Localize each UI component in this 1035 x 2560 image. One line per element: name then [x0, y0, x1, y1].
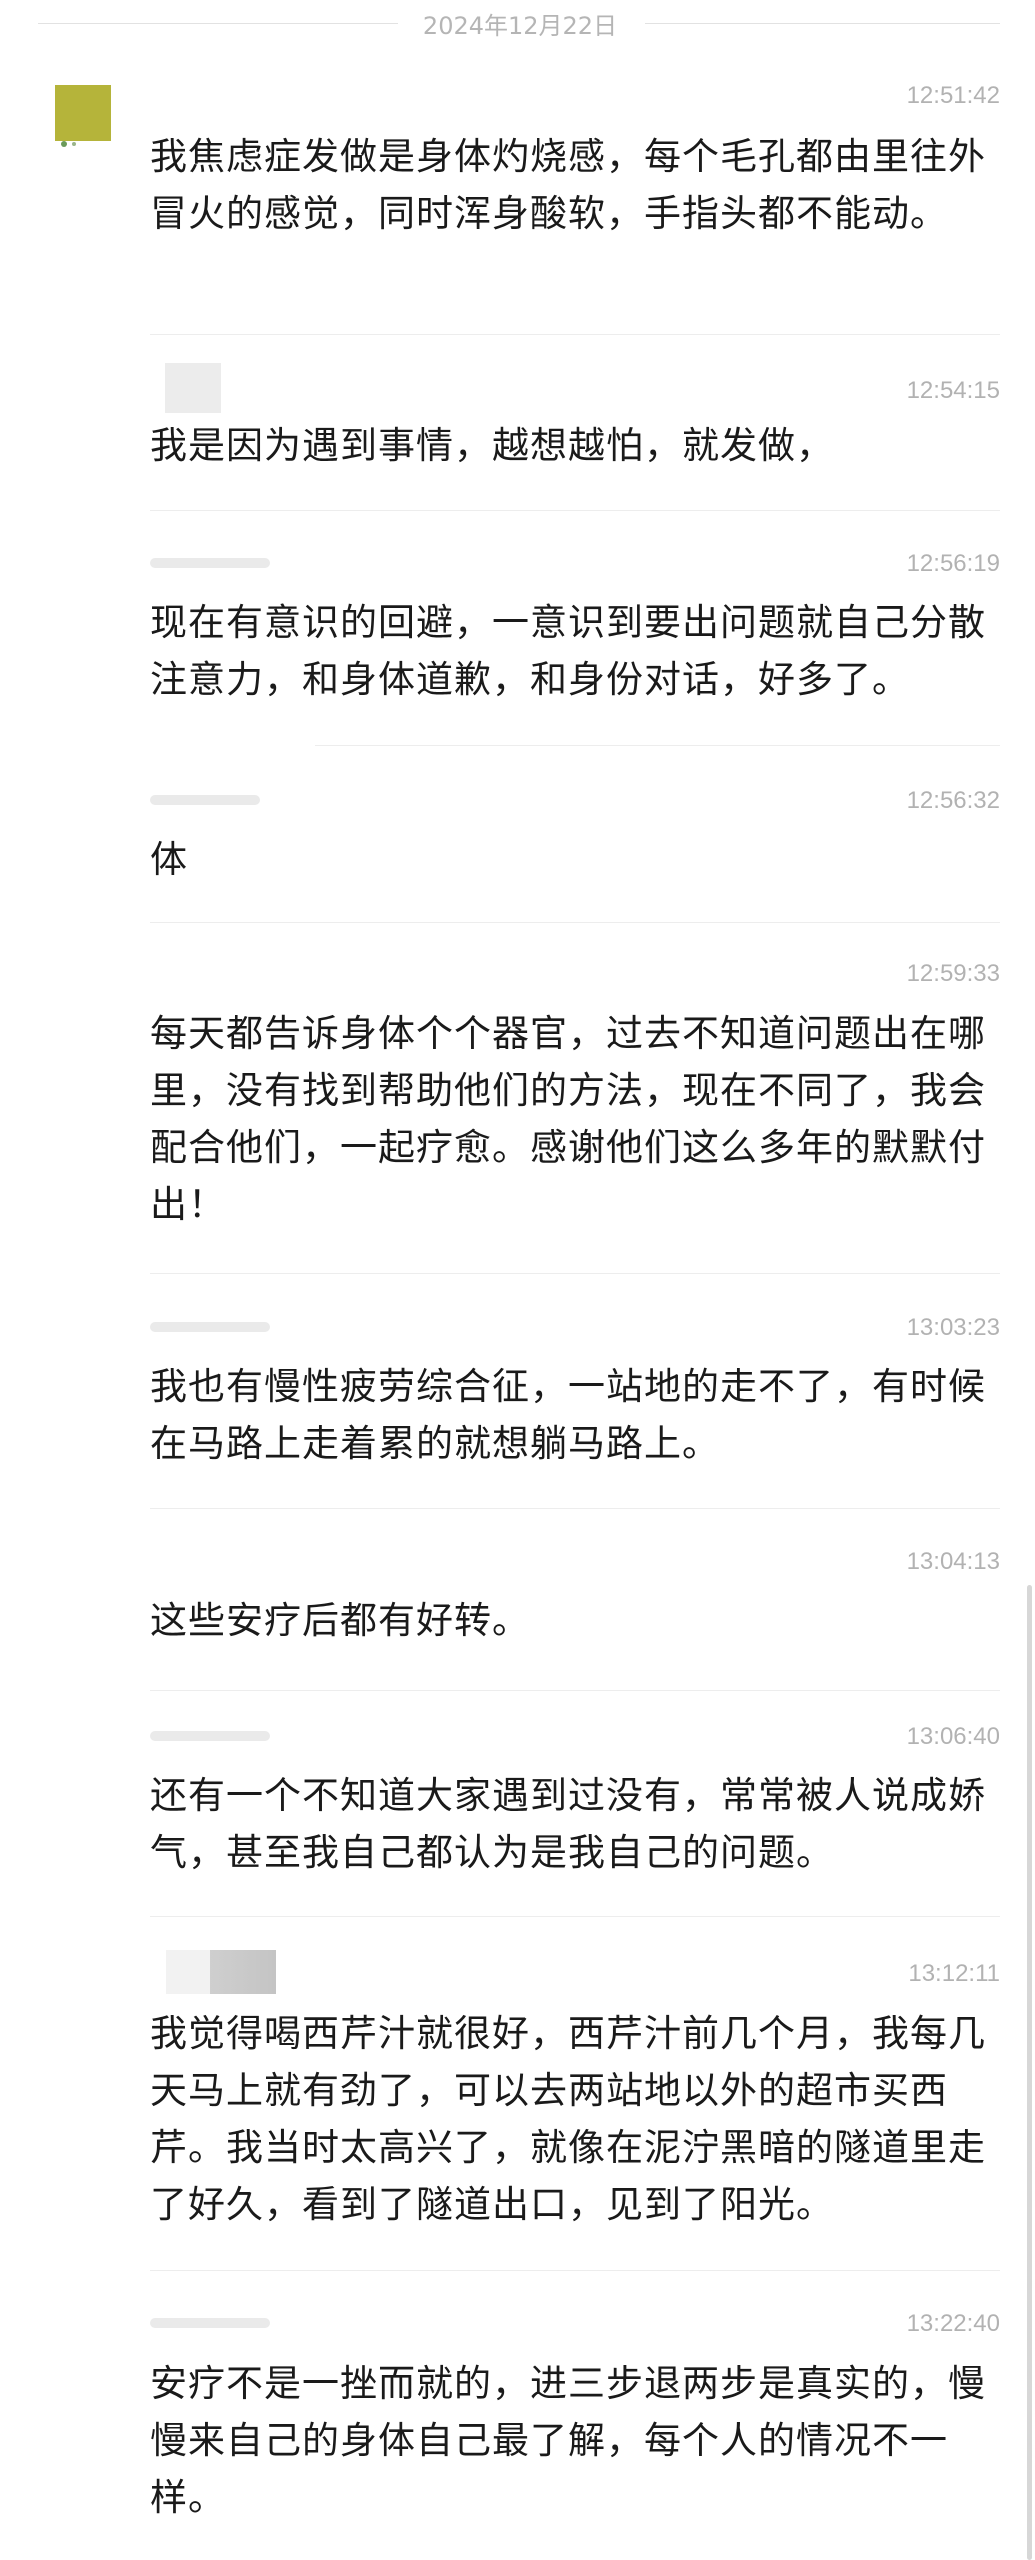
blurred-sender-name — [150, 795, 260, 805]
message-text: 我觉得喝西芹汁就很好，西芹汁前几个月，我每几天马上就有劲了，可以去两站地以外的超… — [150, 2012, 986, 2226]
message-time: 13:03:23 — [906, 1314, 1000, 1341]
message-item: 13:06:40 还有一个不知道大家遇到过没有，常常被人说成娇气，甚至我自己都认… — [150, 1723, 1000, 1893]
blurred-sender-name — [150, 1322, 270, 1332]
message-text: 我焦虑症发做是身体灼烧感，每个毛孔都由里往外冒火的感觉，同时浑身酸软，手指头都不… — [150, 135, 986, 235]
message-separator — [150, 1508, 1000, 1509]
message-text: 我是因为遇到事情，越想越怕，就发做， — [150, 424, 834, 467]
date-divider-line-right — [645, 23, 1000, 24]
message-item: 13:03:23 我也有慢性疲劳综合征，一站地的走不了，有时候在马路上走着累的就… — [150, 1314, 1000, 1484]
message-separator — [315, 745, 1000, 746]
blurred-sender-name — [150, 558, 270, 568]
message-time: 13:22:40 — [906, 2310, 1000, 2337]
message-separator — [150, 1916, 1000, 1917]
message-separator — [150, 510, 1000, 511]
message-separator — [150, 2270, 1000, 2271]
message-text: 体 — [150, 838, 188, 881]
message-item: 12:59:33 每天都告诉身体个个器官，过去不知道问题出在哪里，没有找到帮助他… — [150, 960, 1000, 1260]
message-item: 12:54:15 我是因为遇到事情，越想越怕，就发做， — [150, 363, 1000, 487]
message-separator — [150, 922, 1000, 923]
message-time: 12:54:15 — [906, 377, 1000, 404]
message-separator — [150, 334, 1000, 335]
message-item: 13:22:40 安疗不是一挫而就的，进三步退两步是真实的，慢慢来自己的身体自己… — [150, 2310, 1000, 2550]
message-separator — [150, 1273, 1000, 1274]
scrollbar[interactable] — [1027, 1585, 1032, 2560]
message-text: 这些安疗后都有好转。 — [150, 1599, 530, 1642]
message-time: 13:12:11 — [908, 1960, 1000, 1987]
blurred-avatar — [165, 363, 221, 413]
date-divider-line-left — [38, 23, 398, 24]
message-item: 12:56:19 现在有意识的回避，一意识到要出问题就自己分散注意力，和身体道歉… — [150, 550, 1000, 720]
avatar[interactable] — [55, 85, 111, 141]
blurred-avatar — [166, 1950, 276, 1994]
message-text: 每天都告诉身体个个器官，过去不知道问题出在哪里，没有找到帮助他们的方法，现在不同… — [150, 1012, 986, 1226]
message-text: 现在有意识的回避，一意识到要出问题就自己分散注意力，和身体道歉，和身份对话，好多… — [150, 601, 986, 701]
message-item: 13:04:13 这些安疗后都有好转。 — [150, 1548, 1000, 1658]
avatar-decoration-icon — [61, 141, 76, 147]
message-time: 12:56:19 — [906, 550, 1000, 577]
message-time: 12:56:32 — [906, 787, 1000, 814]
message-time: 12:59:33 — [906, 960, 1000, 987]
message-text: 安疗不是一挫而就的，进三步退两步是真实的，慢慢来自己的身体自己最了解，每个人的情… — [150, 2362, 986, 2519]
message-separator — [150, 1690, 1000, 1691]
message-item: 12:51:42 我焦虑症发做是身体灼烧感，每个毛孔都由里往外冒火的感觉，同时浑… — [150, 82, 1000, 302]
message-item: 13:12:11 我觉得喝西芹汁就很好，西芹汁前几个月，我每几天马上就有劲了，可… — [150, 1950, 1000, 2250]
message-time: 13:04:13 — [906, 1548, 1000, 1575]
message-time: 13:06:40 — [906, 1723, 1000, 1750]
message-item: 12:56:32 体 — [150, 787, 1000, 897]
date-label: 2024年12月22日 — [422, 12, 618, 40]
message-time: 12:51:42 — [906, 82, 1000, 109]
blurred-sender-name — [150, 1731, 270, 1741]
date-divider: 2024年12月22日 — [0, 0, 1035, 46]
message-text: 还有一个不知道大家遇到过没有，常常被人说成娇气，甚至我自己都认为是我自己的问题。 — [150, 1774, 986, 1874]
message-text: 我也有慢性疲劳综合征，一站地的走不了，有时候在马路上走着累的就想躺马路上。 — [150, 1365, 986, 1465]
blurred-sender-name — [150, 2318, 270, 2328]
